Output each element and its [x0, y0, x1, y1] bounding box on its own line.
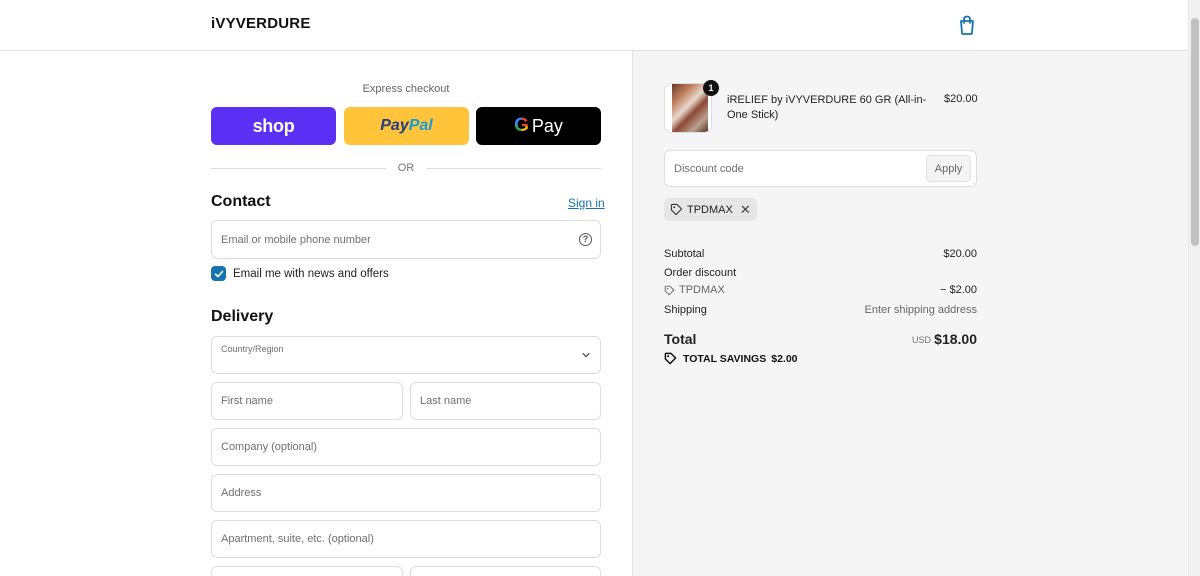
address-field[interactable]	[211, 474, 601, 512]
subtotal-label: Subtotal	[664, 248, 705, 260]
discount-code-input[interactable]	[665, 151, 915, 186]
email-input[interactable]	[212, 221, 600, 258]
paypal-button[interactable]: Pay Pal	[344, 107, 469, 145]
savings-value: $2.00	[771, 352, 798, 365]
newsletter-checkbox[interactable]	[211, 266, 226, 281]
delivery-title: Delivery	[211, 308, 274, 325]
divider-line-right	[426, 168, 601, 169]
google-pay-button[interactable]: G Pay	[476, 107, 601, 145]
total-label: Total	[664, 331, 697, 347]
total-row: Total USD $18.00	[664, 331, 977, 351]
discount-detail: TPDMAX	[664, 284, 725, 296]
contact-title: Contact	[211, 193, 271, 210]
product-price: $20.00	[944, 93, 978, 105]
paypal-label-part2: Pal	[408, 117, 433, 134]
remove-discount-icon[interactable]: ✕	[740, 203, 751, 216]
company-input[interactable]	[212, 429, 600, 465]
tag-icon	[664, 285, 675, 295]
apply-discount-button[interactable]: Apply	[926, 155, 971, 182]
currency-code: USD	[911, 335, 931, 345]
scrollbar-thumb[interactable]	[1191, 18, 1199, 246]
discount-detail-row: TPDMAX − $2.00	[664, 284, 977, 299]
postal-code-field[interactable]	[410, 566, 601, 576]
country-select-label: Country/Region	[221, 344, 284, 354]
discount-detail-code: TPDMAX	[679, 284, 725, 296]
country-select[interactable]: Country/Region	[211, 336, 601, 374]
sign-in-link[interactable]: Sign in	[568, 196, 605, 210]
store-logo[interactable]: iVYVERDURE	[211, 15, 311, 32]
quantity-badge: 1	[703, 80, 719, 96]
shop-pay-button[interactable]: shop	[211, 107, 336, 145]
product-name: iRELIEF by iVYVERDURE 60 GR (All-in-One …	[727, 94, 927, 121]
total-value: $18.00	[934, 331, 977, 347]
tag-icon	[670, 203, 683, 216]
google-pay-label: Pay	[531, 115, 563, 136]
newsletter-option[interactable]: Email me with news and offers	[211, 266, 389, 281]
last-name-field[interactable]	[410, 382, 601, 420]
shipping-value: Enter shipping address	[864, 304, 977, 316]
address-input[interactable]	[212, 475, 600, 511]
checkmark-icon	[214, 270, 223, 277]
product-image	[672, 84, 708, 132]
chevron-down-icon	[582, 352, 590, 358]
newsletter-label: Email me with news and offers	[233, 267, 389, 280]
shipping-label: Shipping	[664, 304, 707, 316]
subtotal-row: Subtotal $20.00	[664, 248, 977, 260]
page-scrollbar[interactable]	[1188, 0, 1200, 576]
help-icon[interactable]: ?	[579, 233, 592, 246]
apartment-input[interactable]	[212, 521, 600, 557]
express-checkout-label: Express checkout	[362, 83, 450, 95]
order-discount-row: Order discount	[664, 267, 977, 279]
shop-pay-label: shop	[252, 115, 295, 136]
shopping-bag-icon[interactable]	[958, 15, 976, 35]
discount-value: − $2.00	[939, 284, 977, 296]
paypal-label-part1: Pay	[380, 117, 409, 134]
total-savings: TOTAL SAVINGS $2.00	[664, 352, 798, 365]
applied-discount-code: TPDMAX	[687, 203, 733, 216]
shipping-row: Shipping Enter shipping address	[664, 304, 977, 316]
discount-code-field[interactable]: Apply	[664, 150, 977, 187]
city-field[interactable]	[211, 566, 403, 576]
company-field[interactable]	[211, 428, 601, 466]
tag-icon	[664, 352, 677, 365]
google-g-icon: G	[514, 115, 529, 136]
first-name-field[interactable]	[211, 382, 403, 420]
email-field[interactable]: ?	[211, 220, 601, 259]
order-discount-label: Order discount	[664, 267, 737, 279]
subtotal-value: $20.00	[943, 248, 977, 260]
apartment-field[interactable]	[211, 520, 601, 558]
first-name-input[interactable]	[212, 383, 402, 419]
or-divider: OR	[211, 162, 601, 174]
site-header: iVYVERDURE	[0, 0, 1188, 51]
applied-discount-chip: TPDMAX ✕	[664, 198, 757, 221]
savings-label: TOTAL SAVINGS	[683, 352, 767, 365]
last-name-input[interactable]	[411, 383, 600, 419]
